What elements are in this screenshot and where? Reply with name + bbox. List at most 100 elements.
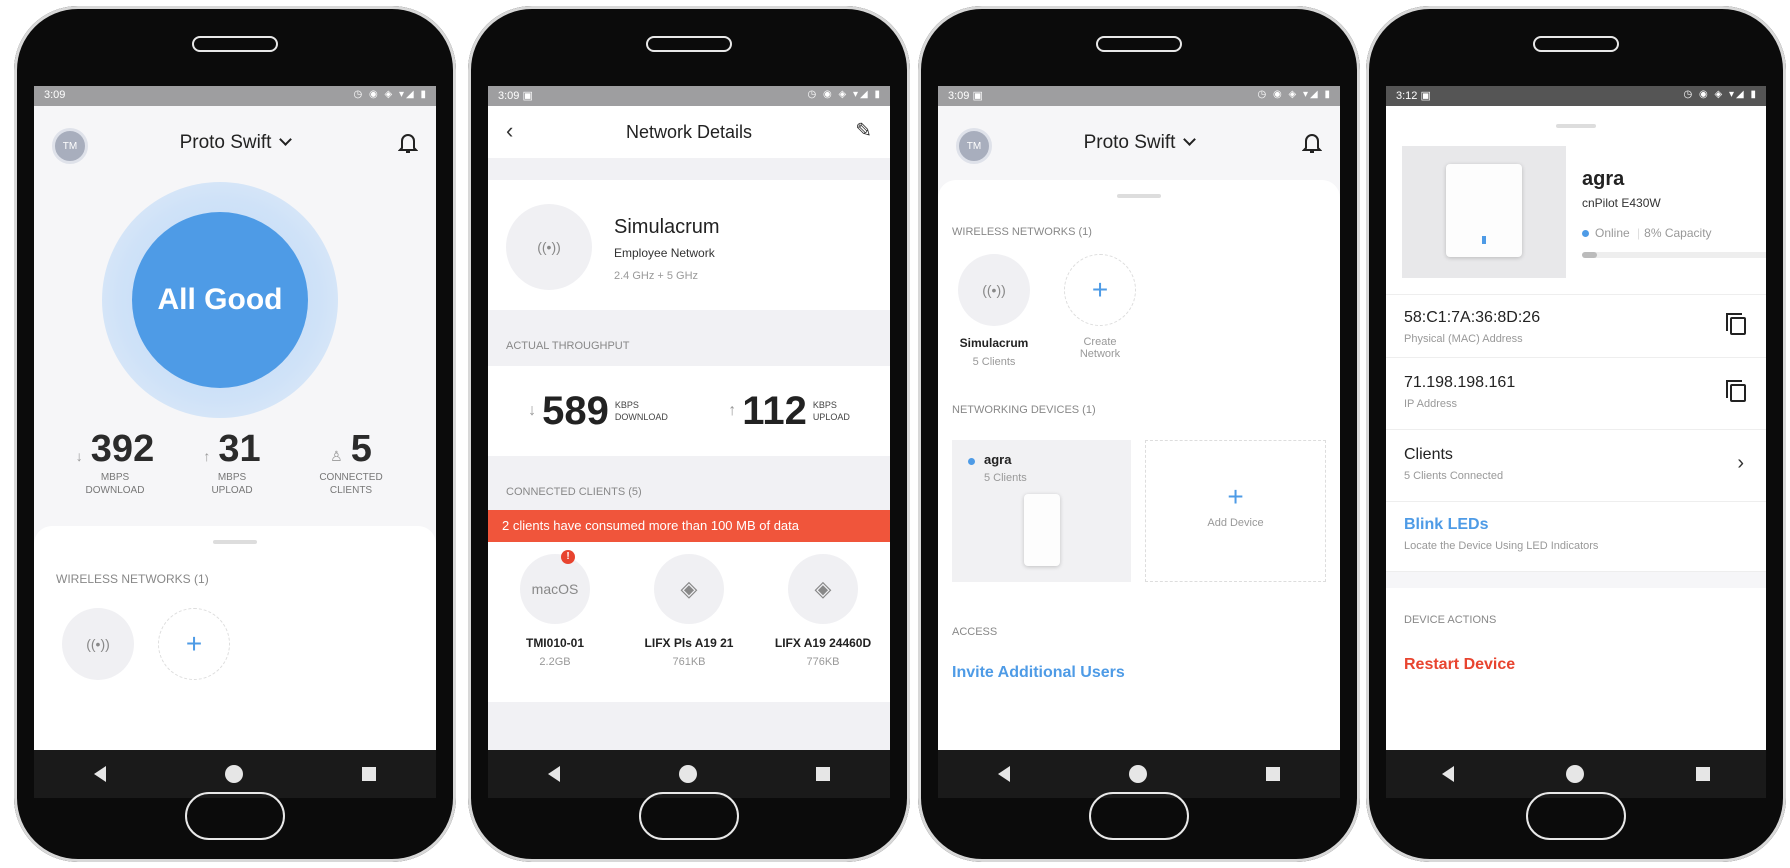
client-usage: 776KB	[806, 656, 840, 668]
user-icon: ♙	[330, 448, 343, 464]
arrow-up-icon: ↑	[728, 402, 737, 419]
layers-icon: ◈	[654, 554, 724, 624]
bottom-sheet[interactable]: WIRELESS NETWORKS (1) ((•)) +	[34, 526, 436, 750]
bottom-sheet[interactable]: WIRELESS NETWORKS (1) ((•)) Simulacrum 5…	[938, 180, 1340, 750]
device-card[interactable]: agra 5 Clients	[952, 440, 1131, 582]
capacity-label: 8% Capacity	[1644, 226, 1712, 240]
wireless-networks-header: WIRELESS NETWORKS (1)	[952, 226, 1092, 238]
bell-icon[interactable]	[1302, 132, 1322, 154]
recents-icon[interactable]	[816, 767, 831, 781]
throughput-card: ↓ 589 KBPS DOWNLOAD ↑ 112 KBPS UPLOAD	[488, 366, 890, 456]
clients-row[interactable]: Clients 5 Clients Connected ›	[1386, 430, 1766, 502]
client-item[interactable]: ◈ LIFX A19 24460D 776KB	[763, 554, 883, 702]
sheet-handle[interactable]	[213, 540, 257, 544]
hardware-home-button[interactable]	[639, 792, 739, 840]
upload-value: 31	[218, 428, 261, 470]
wifi-icon: ((•))	[506, 204, 592, 290]
network-selector[interactable]: Proto Swift	[1083, 132, 1197, 154]
home-icon[interactable]	[678, 765, 697, 783]
wireless-networks-header: WIRELESS NETWORKS (1)	[56, 572, 209, 586]
bell-icon[interactable]	[398, 132, 418, 154]
ip-row: 71.198.198.161 IP Address	[1386, 358, 1766, 430]
online-label: Online	[1595, 226, 1630, 240]
download-stat: ↓ 392 MBPS DOWNLOAD	[60, 428, 170, 497]
back-arrow-icon[interactable]: ‹	[506, 118, 513, 144]
wifi-icon: ((•))	[958, 254, 1030, 326]
restart-device-button[interactable]: Restart Device	[1404, 656, 1766, 674]
download-label: DOWNLOAD	[614, 412, 668, 422]
client-name: LIFX Pls A19 21	[644, 636, 734, 650]
clients-header: CONNECTED CLIENTS (5)	[506, 486, 642, 498]
phone-network-details: 3:09 ▣ ◷ ◉ ◈ ▾◢ ▮ ‹ Network Details ✎ ((…	[468, 6, 910, 862]
blink-title: Blink LEDs	[1404, 516, 1489, 533]
clients-title: Clients	[1404, 446, 1453, 463]
add-device-label: Add Device	[1207, 517, 1264, 529]
status-bar: 3:09 ◷ ◉ ◈ ▾◢ ▮	[34, 86, 436, 106]
phone-home: 3:09 ◷ ◉ ◈ ▾◢ ▮ TM Proto Swift All Good …	[14, 6, 456, 862]
avatar[interactable]: TM	[956, 128, 992, 164]
network-type: Employee Network	[614, 246, 715, 260]
hardware-home-button[interactable]	[1089, 792, 1189, 840]
blink-leds-row[interactable]: Blink LEDs Locate the Device Using LED I…	[1386, 502, 1766, 572]
download-value: 392	[90, 428, 155, 470]
back-icon[interactable]	[93, 766, 106, 782]
copy-icon[interactable]	[1726, 313, 1746, 335]
create-network[interactable]: + Create Network	[1058, 254, 1142, 368]
device-actions-header: DEVICE ACTIONS	[1404, 614, 1497, 626]
network-selector[interactable]: Proto Swift	[179, 132, 293, 154]
screen: 3:09 ▣ ◷ ◉ ◈ ▾◢ ▮ TM Proto Swift WIRELES…	[938, 86, 1340, 798]
speaker	[192, 36, 278, 52]
recents-icon[interactable]	[1266, 767, 1281, 781]
download-throughput: ↓ 589 KBPS DOWNLOAD	[528, 389, 668, 434]
device-status: Online | 8% Capacity	[1582, 226, 1712, 240]
back-icon[interactable]	[1442, 766, 1454, 782]
upload-throughput: ↑ 112 KBPS UPLOAD	[728, 389, 850, 434]
blink-sub: Locate the Device Using LED Indicators	[1404, 540, 1599, 552]
add-network-icon[interactable]: +	[158, 608, 230, 680]
add-device-card[interactable]: + Add Device	[1145, 440, 1326, 582]
clients-unit: CONNECTED	[319, 472, 383, 483]
mac-value: 58:C1:7A:36:8D:26	[1404, 309, 1541, 326]
copy-icon[interactable]	[1726, 380, 1746, 402]
macos-icon: macOS	[520, 554, 590, 624]
alert-banner[interactable]: 2 clients have consumed more than 100 MB…	[488, 510, 890, 542]
plus-icon: +	[1064, 254, 1136, 326]
arrow-down-icon: ↓	[528, 402, 537, 419]
status-indicator[interactable]: All Good	[132, 212, 308, 388]
device-led	[1482, 235, 1487, 244]
hardware-home-button[interactable]	[185, 792, 285, 840]
device-body	[1024, 494, 1060, 566]
upload-value: 112	[742, 388, 807, 433]
upload-label: UPLOAD	[812, 412, 850, 422]
edit-pencil-icon[interactable]: ✎	[855, 118, 872, 143]
client-item[interactable]: macOS ! TMI010-01 2.2GB	[495, 550, 615, 702]
clients-list: macOS ! TMI010-01 2.2GB ◈ LIFX Pls A19 2…	[488, 542, 890, 702]
back-icon[interactable]	[997, 766, 1010, 782]
recents-icon[interactable]	[1696, 767, 1710, 781]
device-clients: 5 Clients	[984, 472, 1027, 484]
network-name: Simulacrum	[614, 216, 720, 238]
screen: 3:12 ▣ ◷ ◉ ◈ ▾◢ ▮ agra cnPilot E430W Onl…	[1386, 86, 1766, 798]
home-icon[interactable]	[1566, 765, 1584, 783]
hardware-home-button[interactable]	[1526, 792, 1626, 840]
device-status-dot	[968, 458, 975, 465]
page-title: Proto Swift	[1083, 132, 1176, 153]
wifi-icon[interactable]: ((•))	[62, 608, 134, 680]
status-bar: 3:12 ▣ ◷ ◉ ◈ ▾◢ ▮	[1386, 86, 1766, 106]
networking-devices-header: NETWORKING DEVICES (1)	[952, 404, 1096, 416]
warning-badge: !	[561, 550, 575, 564]
back-icon[interactable]	[547, 766, 560, 782]
network-item[interactable]: ((•)) Simulacrum 5 Clients	[952, 254, 1036, 368]
clients-label: CLIENTS	[329, 485, 373, 496]
client-item[interactable]: ◈ LIFX Pls A19 21 761KB	[629, 554, 749, 702]
sheet-handle[interactable]	[1117, 194, 1161, 198]
ip-label: IP Address	[1404, 398, 1457, 410]
home-icon[interactable]	[1128, 765, 1147, 783]
invite-users-link[interactable]: Invite Additional Users	[952, 664, 1340, 682]
upload-label: UPLOAD	[211, 485, 253, 496]
chevron-down-icon	[1183, 133, 1197, 146]
home-icon[interactable]	[224, 765, 243, 783]
page-title: Proto Swift	[179, 132, 272, 153]
recents-icon[interactable]	[362, 767, 377, 781]
avatar[interactable]: TM	[52, 128, 88, 164]
